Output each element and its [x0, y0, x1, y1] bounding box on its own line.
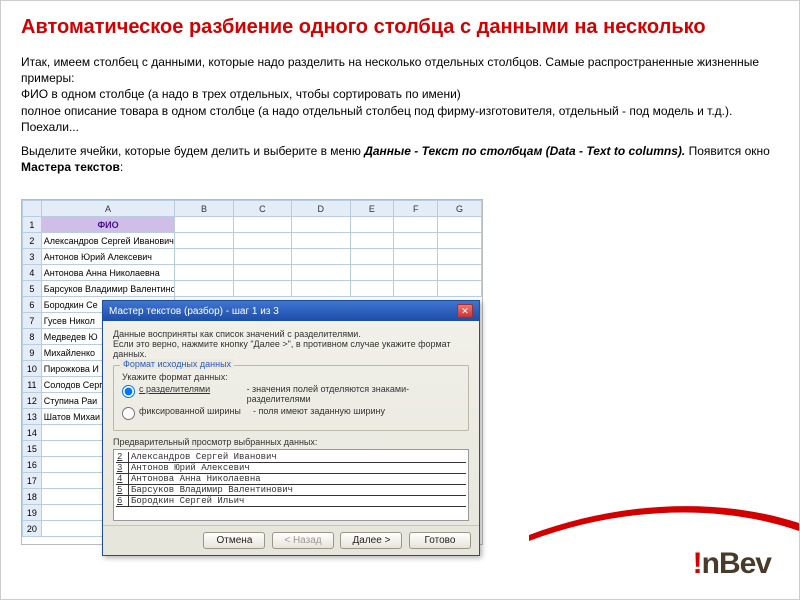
embedded-screenshot: A B C D E F G 1ФИО 2Александров Сергей И…: [21, 199, 483, 545]
radio-fixed-hint: - поля имеют заданную ширину: [253, 406, 385, 416]
row-header: 9: [23, 345, 42, 361]
preview-row: 2Александров Сергей Иванович: [116, 452, 466, 463]
row-header: 20: [23, 521, 42, 537]
radio-fixed-label: фиксированной ширины: [139, 406, 241, 416]
back-button[interactable]: < Назад: [272, 532, 334, 549]
inbev-logo: !nBev: [693, 547, 771, 581]
logo-n: n: [702, 547, 719, 580]
group-legend: Формат исходных данных: [120, 359, 234, 369]
preview-row: 3Антонов Юрий Алексевич: [116, 463, 466, 474]
text-wizard-dialog: Мастер текстов (разбор) - шаг 1 из 3 ✕ Д…: [102, 300, 480, 556]
radio-delimited-hint: - значения полей отделяются знаками-разд…: [247, 384, 460, 404]
col-header: C: [233, 201, 291, 217]
row-header: 18: [23, 489, 42, 505]
row-header: 11: [23, 377, 42, 393]
dialog-button-bar: Отмена < Назад Далее > Готово: [103, 525, 479, 555]
row-header: 5: [23, 281, 42, 297]
row-header: 1: [23, 217, 42, 233]
cell: Барсуков Владимир Валентинович: [41, 281, 175, 297]
format-groupbox: Формат исходных данных Укажите формат да…: [113, 365, 469, 431]
dialog-intro-2: Если это верно, нажмите кнопку "Далее >"…: [113, 339, 469, 359]
preview-label: Предварительный просмотр выбранных данны…: [113, 437, 469, 447]
menu-path: Данные - Текст по столбцам (Data - Text …: [364, 144, 688, 158]
col-header: B: [175, 201, 233, 217]
preview-row: 5Барсуков Владимир Валентинович: [116, 485, 466, 496]
fio-header-cell: ФИО: [41, 217, 175, 233]
row-header: 6: [23, 297, 42, 313]
row-header: 12: [23, 393, 42, 409]
page-title: Автоматическое разбиение одного столбца …: [21, 15, 779, 40]
cancel-button[interactable]: Отмена: [203, 532, 265, 549]
dialog-intro-1: Данные восприняты как список значений с …: [113, 329, 469, 339]
dialog-title: Мастер текстов (разбор) - шаг 1 из 3: [109, 306, 279, 317]
swoosh-graphic: [529, 493, 799, 543]
preview-box[interactable]: 2Александров Сергей Иванович 3Антонов Юр…: [113, 449, 469, 521]
intro-paragraph: Итак, имеем столбец с данными, которые н…: [21, 54, 779, 135]
corner-cell: [23, 201, 42, 217]
col-header: E: [350, 201, 394, 217]
logo-bev: Bev: [719, 547, 771, 580]
row-header: 2: [23, 233, 42, 249]
preview-row: 6Бородкин Сергей Ильич: [116, 496, 466, 507]
col-header: A: [41, 201, 175, 217]
radio-delimited-label: с разделителями: [139, 384, 210, 394]
row-header: 17: [23, 473, 42, 489]
col-header: G: [438, 201, 482, 217]
col-header: F: [394, 201, 438, 217]
row-header: 19: [23, 505, 42, 521]
next-button[interactable]: Далее >: [340, 532, 402, 549]
cell: Александров Сергей Иванович: [41, 233, 175, 249]
row-header: 4: [23, 265, 42, 281]
row-header: 13: [23, 409, 42, 425]
row-header: 15: [23, 441, 42, 457]
col-header: D: [292, 201, 350, 217]
dialog-titlebar[interactable]: Мастер текстов (разбор) - шаг 1 из 3 ✕: [103, 301, 479, 321]
format-prompt: Укажите формат данных:: [122, 372, 460, 382]
cell: Антонов Юрий Алексевич: [41, 249, 175, 265]
wizard-name: Мастера текстов: [21, 160, 120, 174]
radio-fixed-width[interactable]: [122, 407, 135, 420]
row-header: 16: [23, 457, 42, 473]
preview-row: 4Антонова Анна Николаевна: [116, 474, 466, 485]
finish-button[interactable]: Готово: [409, 532, 471, 549]
row-header: 8: [23, 329, 42, 345]
row-header: 14: [23, 425, 42, 441]
radio-delimited[interactable]: [122, 385, 135, 398]
instruction-paragraph: Выделите ячейки, которые будем делить и …: [21, 143, 779, 175]
row-header: 7: [23, 313, 42, 329]
instr-text-2: Появится окно: [689, 144, 770, 158]
instr-text-1: Выделите ячейки, которые будем делить и …: [21, 144, 364, 158]
row-header: 10: [23, 361, 42, 377]
cell: Антонова Анна Николаевна: [41, 265, 175, 281]
logo-bang: !: [693, 547, 702, 580]
instr-text-3: :: [120, 160, 123, 174]
row-header: 3: [23, 249, 42, 265]
close-icon[interactable]: ✕: [457, 304, 473, 318]
